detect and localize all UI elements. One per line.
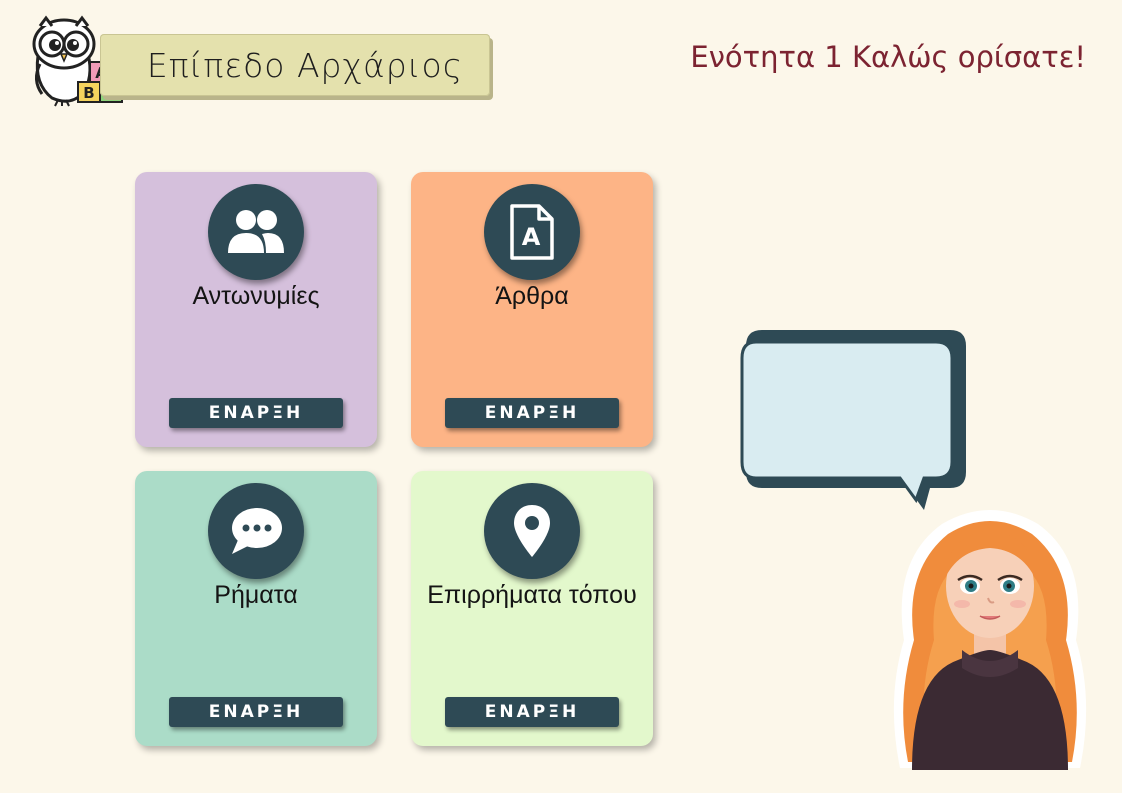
- start-button[interactable]: ΕΝΑΡΞΗ: [169, 697, 343, 727]
- card-title: Επιρρήματα τόπου: [427, 581, 637, 609]
- start-button[interactable]: ΕΝΑΡΞΗ: [445, 697, 619, 727]
- card-title: Αντωνυμίες: [192, 282, 320, 310]
- teacher-character: [893, 510, 1087, 770]
- svg-text:A: A: [522, 223, 541, 251]
- level-title: Επίπεδο Αρχάριος: [146, 45, 464, 85]
- unit-title: Ενότητα 1 Καλώς ορίσατε!: [690, 40, 1086, 74]
- card-title: Άρθρα: [495, 282, 569, 310]
- card-title: Ρήματα: [214, 581, 298, 609]
- users-icon: [208, 184, 304, 280]
- card-articles[interactable]: A Άρθρα ΕΝΑΡΞΗ: [411, 172, 653, 447]
- level-banner: Επίπεδο Αρχάριος: [100, 34, 490, 96]
- document-a-icon: A: [484, 184, 580, 280]
- start-button[interactable]: ΕΝΑΡΞΗ: [169, 398, 343, 428]
- speech-bubble: [740, 330, 966, 510]
- chat-bubble-icon: [208, 483, 304, 579]
- card-pronouns[interactable]: Αντωνυμίες ΕΝΑΡΞΗ: [135, 172, 377, 447]
- location-pin-icon: [484, 483, 580, 579]
- block-letter-b: Β: [83, 84, 94, 102]
- card-adverbs-of-place[interactable]: Επιρρήματα τόπου ΕΝΑΡΞΗ: [411, 471, 653, 746]
- card-verbs[interactable]: Ρήματα ΕΝΑΡΞΗ: [135, 471, 377, 746]
- start-button[interactable]: ΕΝΑΡΞΗ: [445, 398, 619, 428]
